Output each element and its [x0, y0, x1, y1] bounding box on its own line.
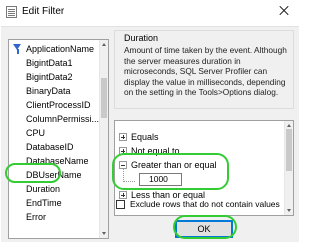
column-item[interactable]: DBUserName [9, 168, 101, 182]
column-item[interactable]: BigintData2 [9, 70, 101, 84]
expand-icon[interactable] [119, 133, 127, 141]
column-item-selected[interactable]: Duration [9, 182, 101, 196]
tree-row-not-equal[interactable]: Not equal to [119, 145, 279, 157]
scroll-up-icon[interactable] [287, 124, 291, 127]
expand-icon[interactable] [119, 191, 127, 199]
close-button[interactable] [268, 0, 300, 22]
column-list[interactable]: ApplicationName BigintData1 BigintData2 … [8, 39, 109, 239]
scroll-down-icon[interactable] [102, 232, 106, 235]
column-item[interactable]: CPU [9, 126, 101, 140]
title-bar: Edit Filter [0, 0, 300, 26]
collapse-icon[interactable] [119, 161, 127, 169]
description-group: Duration Amount of time taken by the eve… [114, 30, 294, 109]
column-item[interactable]: DatabaseID [9, 140, 101, 154]
column-item[interactable]: ColumnPermissi... [9, 112, 101, 126]
scroll-thumb[interactable] [101, 78, 107, 118]
window-title: Edit Filter [22, 6, 65, 17]
column-item[interactable]: ApplicationName [9, 42, 101, 56]
tree-label: Not equal to [131, 146, 180, 156]
tree-connector [123, 169, 135, 182]
description-title: Duration [124, 33, 159, 43]
filter-icon [13, 44, 22, 54]
scroll-up-icon[interactable] [102, 43, 106, 46]
ok-button[interactable]: OK [175, 220, 233, 238]
column-item-label: ApplicationName [26, 44, 95, 54]
column-item[interactable]: BinaryData [9, 84, 101, 98]
dialog-client-area: ApplicationName BigintData1 BigintData2 … [1, 26, 299, 242]
exclude-rows-checkbox[interactable] [116, 200, 125, 209]
filter-value-input[interactable]: 1000 [139, 173, 182, 186]
column-item[interactable]: DatabaseName [9, 154, 101, 168]
tree-row-equals[interactable]: Equals [119, 131, 279, 143]
document-icon [6, 6, 17, 18]
description-text: Amount of time taken by the event. Altho… [124, 45, 287, 98]
scroll-thumb[interactable] [286, 129, 292, 171]
column-item[interactable]: BigintData1 [9, 56, 101, 70]
tree-row-greater-equal[interactable]: Greater than or equal [119, 159, 279, 171]
expand-icon[interactable] [119, 147, 127, 155]
exclude-rows-option[interactable]: Exclude rows that do not contain values [116, 199, 296, 211]
column-item[interactable]: Error [9, 210, 101, 224]
column-item[interactable]: EndTime [9, 196, 101, 210]
tree-label: Greater than or equal [131, 160, 217, 170]
column-list-scrollbar[interactable] [99, 40, 108, 238]
tree-label: Equals [131, 132, 159, 142]
exclude-rows-label: Exclude rows that do not contain values [130, 199, 280, 209]
column-item[interactable]: ClientProcessID [9, 98, 101, 112]
